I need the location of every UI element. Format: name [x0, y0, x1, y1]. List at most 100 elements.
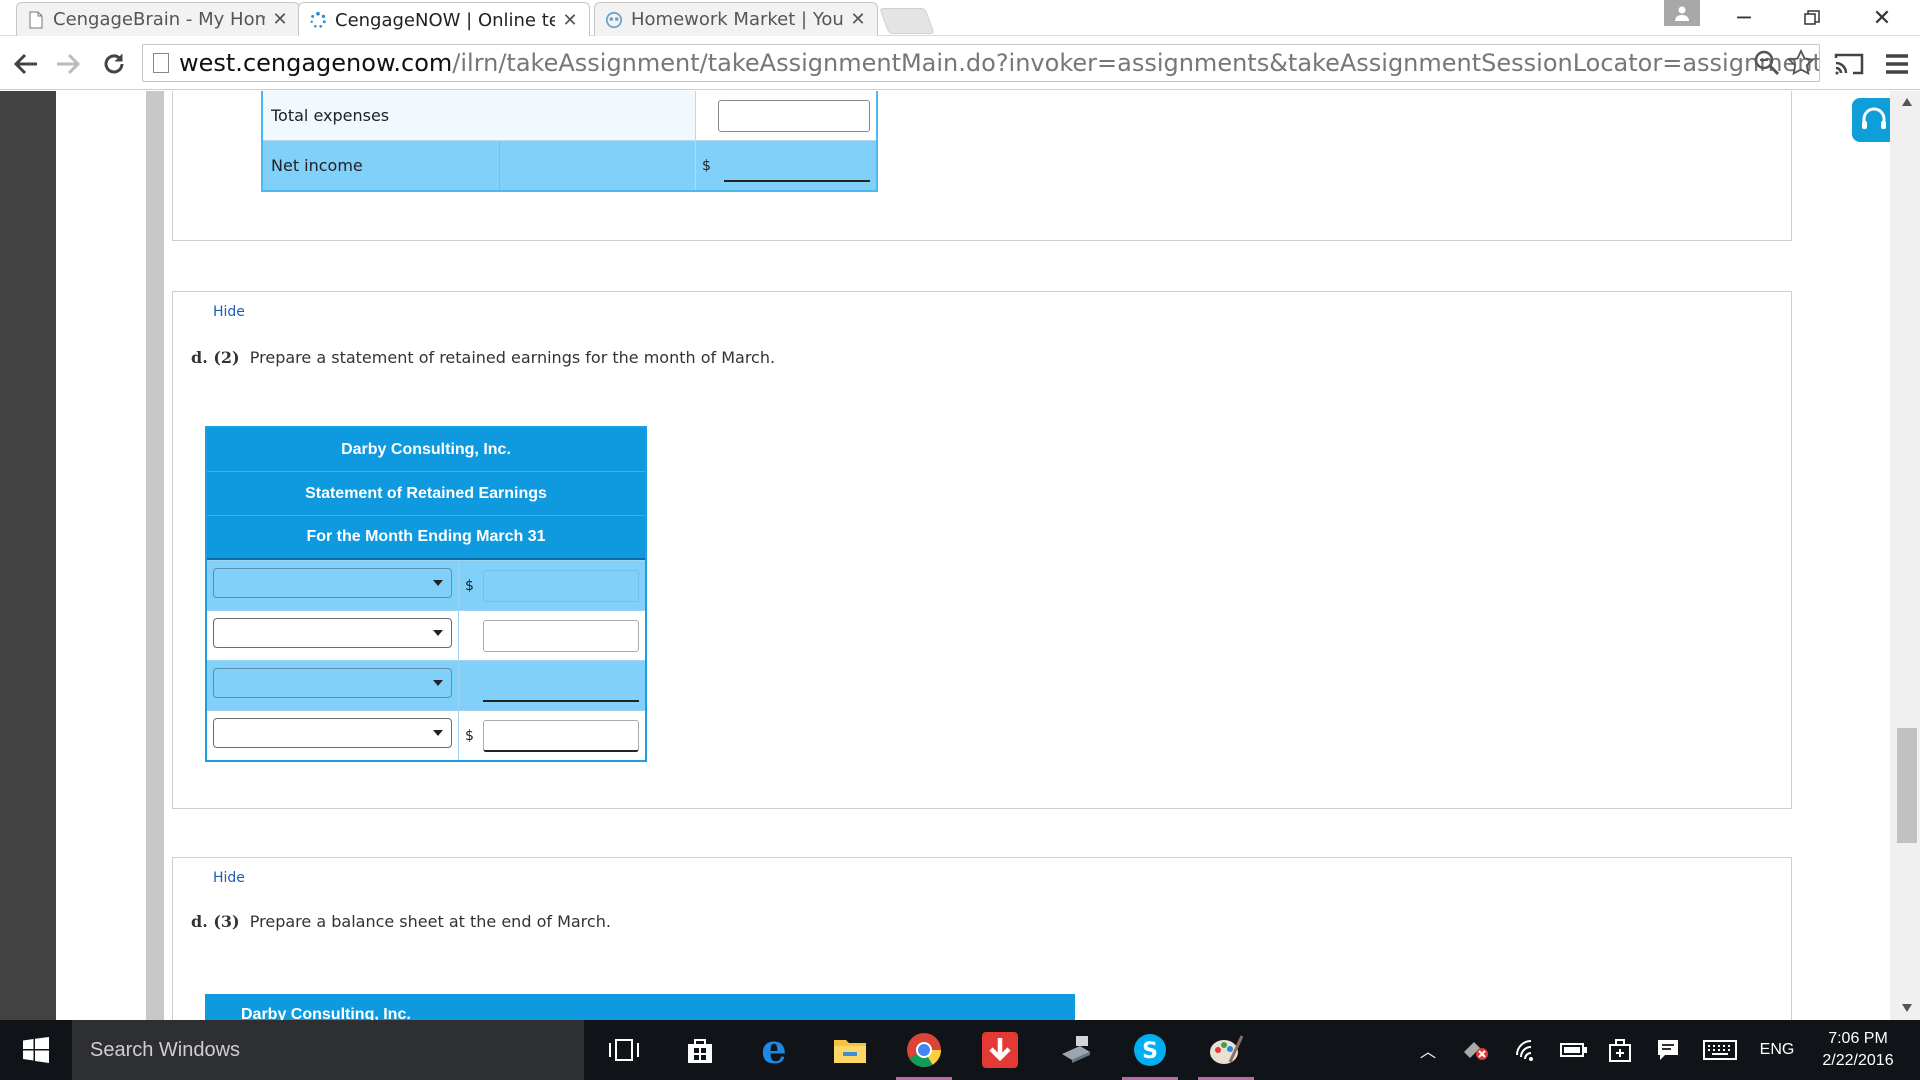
close-tab-icon[interactable]: ✕: [271, 9, 289, 30]
windows-taskbar: Search Windows e S ︿ ENG 7:06 PM 2/22/20…: [0, 1020, 1920, 1080]
chrome-browser-icon[interactable]: [892, 1020, 956, 1080]
restore-icon[interactable]: [1792, 4, 1832, 32]
download-manager-icon[interactable]: [968, 1020, 1032, 1080]
question-text: Prepare a balance sheet at the end of Ma…: [249, 912, 611, 931]
page-viewport: Total expenses Net income $ Hide d. (2) …: [0, 91, 1920, 1020]
total-expenses-input[interactable]: [718, 99, 870, 132]
profile-icon[interactable]: [1664, 0, 1700, 26]
windows-start-icon[interactable]: [0, 1020, 72, 1080]
amount-input[interactable]: [483, 719, 639, 752]
table-row: [207, 610, 645, 660]
address-bar[interactable]: west.cengagenow.com/ilrn/takeAssignment/…: [142, 44, 1820, 82]
account-cell: [207, 611, 459, 660]
page-icon: [153, 53, 169, 73]
vertical-scrollbar[interactable]: [1890, 91, 1920, 1020]
wifi-icon[interactable]: [1512, 1020, 1544, 1080]
statement-period: For the Month Ending March 31: [207, 516, 645, 560]
tab-cengagebrain[interactable]: CengageBrain - My Home ✕: [16, 2, 300, 36]
new-tab-button[interactable]: [879, 8, 935, 34]
tab-cengagenow[interactable]: CengageNOW | Online tea ✕: [298, 2, 590, 37]
scrollbar-thumb[interactable]: [1897, 728, 1917, 843]
account-cell: [207, 711, 459, 760]
reload-icon[interactable]: [98, 48, 130, 80]
scroll-up-arrow-icon[interactable]: [1898, 93, 1916, 111]
account-dropdown[interactable]: [213, 618, 452, 648]
net-income-input[interactable]: [724, 149, 870, 182]
homework-market-icon: [605, 10, 623, 30]
tab-title: Homework Market | Your H: [631, 9, 843, 30]
assignment-page: Total expenses Net income $ Hide d. (2) …: [56, 91, 1896, 1020]
chevron-down-icon: [433, 630, 443, 636]
question-d2: d. (2) Prepare a statement of retained e…: [191, 348, 775, 367]
url-path: /ilrn/takeAssignment/takeAssignmentMain.…: [452, 49, 1819, 77]
amount-input[interactable]: [483, 669, 639, 702]
account-dropdown[interactable]: [213, 718, 452, 748]
account-cell: [207, 561, 459, 610]
close-tab-icon[interactable]: ✕: [561, 10, 579, 31]
chevron-down-icon: [433, 680, 443, 686]
search-placeholder: Search Windows: [90, 1038, 241, 1061]
antivirus-alert-icon[interactable]: [1460, 1020, 1492, 1080]
touch-keyboard-icon[interactable]: [1702, 1020, 1738, 1080]
net-income-label: Net income: [271, 156, 363, 175]
minimize-icon[interactable]: ─: [1724, 4, 1764, 32]
windows-search-box[interactable]: Search Windows: [72, 1020, 584, 1080]
account-dropdown[interactable]: [213, 668, 452, 698]
battery-icon[interactable]: [1558, 1020, 1590, 1080]
show-hidden-icons[interactable]: ︿: [1414, 1020, 1442, 1080]
question-number: d. (3): [191, 912, 240, 931]
action-center-icon[interactable]: [1652, 1020, 1684, 1080]
hide-link[interactable]: Hide: [213, 870, 245, 886]
account-cell: [207, 661, 459, 710]
close-tab-icon[interactable]: ✕: [849, 9, 867, 30]
clock-time: 7:06 PM: [1828, 1030, 1888, 1047]
keyboard-layout-icon[interactable]: [1604, 1020, 1636, 1080]
tab-title: CengageBrain - My Home: [53, 9, 265, 30]
amount-cell: [459, 661, 645, 710]
scroll-down-arrow-icon[interactable]: [1898, 999, 1916, 1017]
cast-icon[interactable]: [1832, 48, 1866, 80]
table-row: $: [207, 560, 645, 610]
browser-toolbar: west.cengagenow.com/ilrn/takeAssignment/…: [0, 36, 1920, 90]
amount-input[interactable]: [483, 619, 639, 652]
currency-symbol: $: [465, 577, 474, 594]
file-explorer-icon[interactable]: [818, 1020, 882, 1080]
left-gutter: [0, 91, 56, 1020]
close-window-icon[interactable]: ✕: [1862, 4, 1902, 32]
income-statement-table: Total expenses Net income $: [261, 91, 878, 192]
language-text: ENG: [1759, 1041, 1795, 1058]
total-expenses-row: Total expenses: [263, 91, 876, 140]
net-income-row: Net income $: [263, 140, 876, 190]
edge-browser-icon[interactable]: e: [742, 1020, 806, 1080]
skype-icon[interactable]: S: [1118, 1020, 1182, 1080]
forward-arrow-icon[interactable]: [52, 48, 84, 80]
menu-icon[interactable]: [1880, 48, 1914, 80]
clock-date: 2/22/2016: [1822, 1052, 1894, 1069]
net-income-spacer: [499, 141, 695, 190]
task-view-icon[interactable]: [592, 1020, 656, 1080]
network-computer-icon[interactable]: [1044, 1020, 1108, 1080]
currency-symbol: $: [465, 727, 474, 744]
tab-title: CengageNOW | Online tea: [335, 9, 555, 31]
tab-homework-market[interactable]: Homework Market | Your H ✕: [594, 2, 878, 36]
back-arrow-icon[interactable]: [10, 48, 42, 80]
left-rule: [146, 91, 164, 1020]
hide-link[interactable]: Hide: [213, 304, 245, 320]
company-name: Darby Consulting, Inc.: [207, 428, 645, 472]
total-expenses-cell: [695, 91, 876, 140]
store-icon[interactable]: [668, 1020, 732, 1080]
url-text: west.cengagenow.com/ilrn/takeAssignment/…: [179, 49, 1819, 77]
income-statement-panel: Total expenses Net income $: [172, 91, 1792, 241]
account-dropdown[interactable]: [213, 568, 452, 598]
page-icon: [27, 10, 45, 30]
bookmark-star-icon[interactable]: [1787, 48, 1815, 81]
cengage-spinner-icon: [309, 10, 327, 30]
language-indicator[interactable]: ENG: [1754, 1020, 1800, 1080]
paint-icon[interactable]: [1194, 1020, 1258, 1080]
zoom-icon[interactable]: [1753, 49, 1781, 81]
amount-input[interactable]: [483, 569, 639, 602]
chevron-down-icon: [433, 730, 443, 736]
balance-sheet-header: Darby Consulting, Inc.: [205, 994, 1075, 1020]
url-host: west.cengagenow.com: [179, 49, 453, 77]
system-clock[interactable]: 7:06 PM 2/22/2016: [1808, 1028, 1908, 1072]
